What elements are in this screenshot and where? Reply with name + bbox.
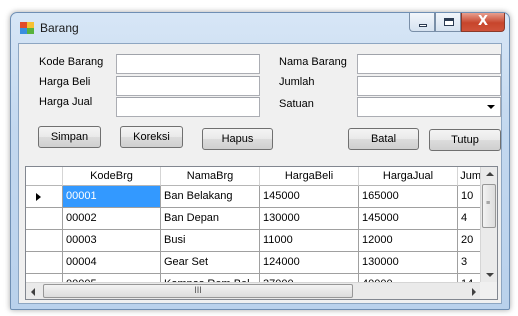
kode-barang-label: Kode Barang [39,56,104,68]
table-row[interactable]: 00003 Busi 11000 12000 20 [26,230,497,252]
table-cell[interactable]: 124000 [260,252,359,274]
harga-jual-input[interactable] [116,97,260,117]
scroll-down-arrow-icon[interactable] [486,273,494,277]
barang-data-grid[interactable]: KodeBrg NamaBrg HargaBeli HargaJual Juml… [25,166,498,300]
maximize-icon [444,18,454,26]
app-window-icon [20,22,34,34]
barang-window: Barang X Kode Barang Harga Beli Harga Ju… [10,12,510,310]
scroll-right-arrow-icon[interactable] [472,288,476,296]
table-cell[interactable]: 00004 [63,252,161,274]
vertical-scroll-thumb[interactable]: ≡ [482,184,496,228]
column-header-hargabeli[interactable]: HargaBeli [260,167,359,186]
column-header-kodebrg[interactable]: KodeBrg [63,167,161,186]
column-header-hargajual[interactable]: HargaJual [359,167,458,186]
window-title: Barang [40,21,79,35]
nama-barang-input[interactable] [357,54,501,74]
column-header-namabrg[interactable]: NamaBrg [161,167,260,186]
table-row[interactable]: 00002 Ban Depan 130000 145000 4 [26,208,497,230]
horizontal-scrollbar[interactable]: III [26,282,481,299]
row-header[interactable] [26,186,63,208]
nama-barang-label: Nama Barang [279,56,347,68]
row-header[interactable] [26,230,63,252]
batal-button[interactable]: Batal [348,128,419,150]
table-cell[interactable]: 00003 [63,230,161,252]
maximize-button[interactable] [435,13,461,32]
table-cell[interactable]: 145000 [260,186,359,208]
harga-beli-input[interactable] [116,76,260,96]
scroll-left-arrow-icon[interactable] [31,288,35,296]
table-cell[interactable]: 00001 [63,186,161,208]
scroll-grip-icon: ≡ [486,200,491,207]
table-cell[interactable]: Ban Belakang [161,186,260,208]
harga-jual-label: Harga Jual [39,96,93,108]
koreksi-button[interactable]: Koreksi [120,126,183,148]
close-icon: X [477,14,489,29]
satuan-select[interactable] [357,97,501,117]
caption-buttons: X [409,13,505,33]
table-row[interactable]: 00004 Gear Set 124000 130000 3 [26,252,497,274]
row-header[interactable] [26,252,63,274]
table-cell[interactable]: 130000 [359,252,458,274]
table-cell[interactable]: Ban Depan [161,208,260,230]
table-cell[interactable]: 165000 [359,186,458,208]
row-header-corner[interactable] [26,167,63,186]
horizontal-scroll-thumb[interactable]: III [43,284,353,298]
simpan-button[interactable]: Simpan [38,126,101,148]
current-row-arrow-icon [36,193,41,201]
satuan-label: Satuan [279,98,314,110]
vertical-scrollbar[interactable]: ≡ [480,167,497,282]
table-cell[interactable]: Busi [161,230,260,252]
scroll-up-arrow-icon[interactable] [486,172,494,176]
scrollbar-corner [480,282,497,299]
harga-beli-label: Harga Beli [39,76,91,88]
table-cell[interactable]: 11000 [260,230,359,252]
chevron-down-icon[interactable] [487,105,495,109]
hapus-button[interactable]: Hapus [202,128,273,150]
table-cell[interactable]: 12000 [359,230,458,252]
close-button[interactable]: X [461,13,505,32]
table-cell[interactable]: 145000 [359,208,458,230]
table-row[interactable]: 00001 Ban Belakang 145000 165000 10 [26,186,497,208]
jumlah-input[interactable] [357,76,501,96]
tutup-button[interactable]: Tutup [429,129,501,151]
grid-header-row: KodeBrg NamaBrg HargaBeli HargaJual Juml… [26,167,497,186]
jumlah-label: Jumlah [279,76,315,88]
row-header[interactable] [26,208,63,230]
form-client-area: Kode Barang Harga Beli Harga Jual Nama B… [18,43,502,304]
table-cell[interactable]: 130000 [260,208,359,230]
kode-barang-input[interactable] [116,54,260,74]
minimize-button[interactable] [409,13,435,32]
title-bar[interactable]: Barang X [11,13,509,43]
table-cell[interactable]: Gear Set [161,252,260,274]
table-cell[interactable]: 00002 [63,208,161,230]
minimize-icon [419,24,427,27]
